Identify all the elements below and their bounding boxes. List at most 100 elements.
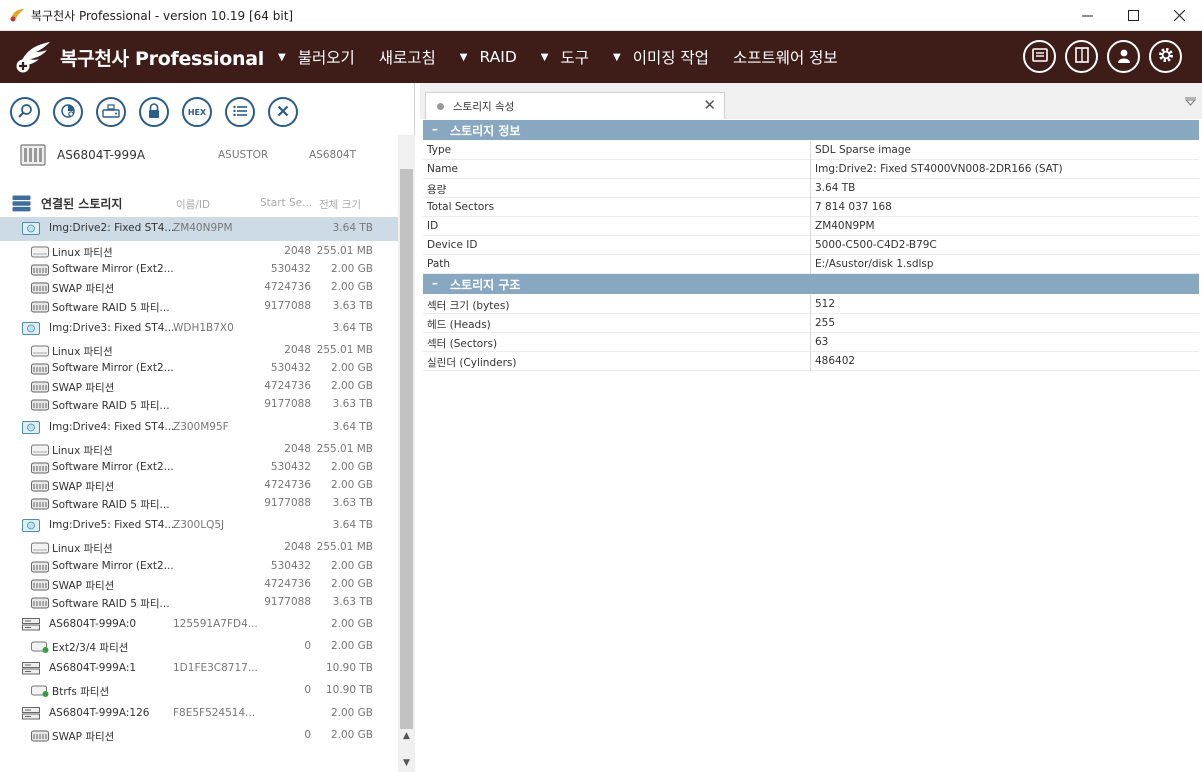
tree-item-size: 3.64 TB — [332, 321, 373, 334]
partition-icon — [31, 344, 49, 357]
menu-item-1[interactable]: 새로고침 — [379, 46, 436, 68]
close-icon — [277, 105, 289, 120]
nas-device-row[interactable]: AS6804T-999A ASUSTOR AS6804T — [0, 141, 398, 169]
tree-row-partition[interactable]: SWAP 파티션 4724736 2.00 GB — [0, 576, 398, 594]
tree-item-start-sector: 9177088 — [264, 497, 311, 510]
property-key: 용량 — [427, 184, 447, 196]
tree-row-partition[interactable]: SWAP 파티션 4724736 2.00 GB — [0, 279, 398, 297]
property-row[interactable]: Device ID 5000-C500-C4D2-B79C — [423, 236, 1199, 255]
tree-row-partition[interactable]: Btrfs 파티션 0 10.90 TB — [0, 682, 398, 700]
hex-view-button[interactable]: HEX — [182, 97, 212, 127]
close-window-button[interactable] — [1156, 0, 1202, 31]
property-row[interactable]: 용량 3.64 TB — [423, 179, 1199, 198]
tree-row-partition[interactable]: Software Mirror (Ext2... 530432 2.00 GB — [0, 558, 398, 576]
minimize-button[interactable] — [1064, 0, 1110, 31]
angel-wing-logo-icon — [14, 40, 52, 74]
property-row[interactable]: 헤드 (Heads) 255 — [423, 314, 1199, 333]
column-divider — [810, 217, 811, 236]
lock-button[interactable] — [139, 97, 169, 127]
list-view-button[interactable] — [225, 97, 255, 127]
tree-item-name: Software Mirror (Ext2... — [52, 460, 174, 473]
collapse-toggle-icon[interactable]: – — [432, 122, 438, 136]
tree-row-disk[interactable]: Img:Drive5: Fixed ST4... Z300LQ5J 3.64 TB — [0, 517, 398, 535]
tree-row-disk[interactable]: AS6804T-999A:126 F8E5F524514... 2.00 GB — [0, 705, 398, 723]
property-value: Img:Drive2: Fixed ST4000VN008-2DR166 (SA… — [815, 163, 1063, 175]
settings-button[interactable] — [1149, 40, 1182, 73]
menu-item-5[interactable]: 소프트웨어 정보 — [733, 46, 838, 68]
menu-item-4[interactable]: ▼ 이미징 작업 — [613, 46, 709, 68]
tab-storage-properties[interactable]: 스토리지 속성 ✕ — [425, 92, 725, 119]
vertical-scrollbar[interactable]: ▲ ▼ — [398, 135, 415, 772]
raid-array-icon — [22, 662, 40, 675]
scroll-down-arrow[interactable]: ▼ — [398, 754, 415, 771]
property-row[interactable]: 섹터 (Sectors) 63 — [423, 333, 1199, 352]
menu-item-2[interactable]: ▼ RAID — [460, 48, 517, 66]
tree-row-partition[interactable]: Linux 파티션 2048 255.01 MB — [0, 539, 398, 557]
tree-row-partition[interactable]: Software Mirror (Ext2... 530432 2.00 GB — [0, 360, 398, 378]
panel-icon — [1074, 47, 1089, 66]
property-row[interactable]: Path E:/Asustor/disk 1.sdlsp — [423, 255, 1199, 274]
tree-row-partition[interactable]: Linux 파티션 2048 255.01 MB — [0, 441, 398, 459]
menu-item-0[interactable]: ▼ 불러오기 — [278, 46, 355, 68]
tree-row-disk[interactable]: Img:Drive2: Fixed ST4... ZM40N9PM 3.64 TB — [0, 217, 398, 241]
tree-row-disk[interactable]: Img:Drive4: Fixed ST4... Z300M95F 3.64 TB — [0, 419, 398, 437]
property-key: Type — [427, 144, 452, 156]
scroll-up-arrow[interactable]: ▲ — [398, 727, 415, 744]
report-button[interactable] — [1023, 40, 1056, 73]
tab-close-icon[interactable]: ✕ — [703, 96, 716, 114]
tree-item-name: AS6804T-999A:126 — [49, 706, 150, 719]
property-row[interactable]: Name Img:Drive2: Fixed ST4000VN008-2DR166… — [423, 160, 1199, 179]
menu-item-3[interactable]: ▼ 도구 — [541, 46, 589, 68]
volume-icon — [31, 729, 49, 742]
tree-row-partition[interactable]: Ext2/3/4 파티션 0 2.00 GB — [0, 638, 398, 656]
tree-row-partition[interactable]: Linux 파티션 2048 255.01 MB — [0, 342, 398, 360]
storage-tree[interactable]: AS6804T-999A ASUSTOR AS6804T 연결된 스토리지 이름… — [0, 135, 398, 772]
property-row[interactable]: 섹터 크기 (bytes) 512 — [423, 295, 1199, 314]
tree-item-id: F8E5F524514... — [173, 706, 256, 719]
account-button[interactable] — [1107, 40, 1140, 73]
scan-button[interactable] — [53, 97, 83, 127]
tree-item-size: 2.00 GB — [330, 559, 373, 572]
panel-layout-button[interactable] — [1065, 40, 1098, 73]
property-row[interactable]: ID ZM40N9PM — [423, 217, 1199, 236]
property-value: ZM40N9PM — [815, 220, 875, 232]
section-header-0[interactable]: – 스토리지 정보 — [423, 120, 1199, 140]
tree-row-partition[interactable]: Software RAID 5 파티... 9177088 3.63 TB — [0, 298, 398, 316]
disk-image-icon — [22, 420, 40, 434]
tree-row-partition[interactable]: Software RAID 5 파티... 9177088 3.63 TB — [0, 495, 398, 513]
tree-item-start-sector: 0 — [304, 728, 311, 741]
tree-row-partition[interactable]: SWAP 파티션 0 2.00 GB — [0, 727, 398, 745]
tree-row-disk[interactable]: AS6804T-999A:1 1D1FE3C8717... 10.90 TB — [0, 660, 398, 678]
section-header-1[interactable]: – 스토리지 구조 — [423, 274, 1199, 294]
tree-row-disk[interactable]: Img:Drive3: Fixed ST4... WDH1B7X0 3.64 TB — [0, 320, 398, 338]
volume-icon — [31, 497, 49, 510]
tab-list-dropdown-icon[interactable] — [1184, 97, 1197, 109]
tree-item-name: Linux 파티션 — [52, 543, 113, 556]
tree-row-partition[interactable]: Software RAID 5 파티... 9177088 3.63 TB — [0, 396, 398, 414]
tree-item-start-sector: 0 — [304, 684, 311, 697]
tree-row-disk[interactable]: AS6804T-999A:0 125591A7FD4... 2.00 GB — [0, 616, 398, 634]
tree-row-partition[interactable]: Software RAID 5 파티... 9177088 3.63 TB — [0, 594, 398, 612]
column-divider — [810, 160, 811, 179]
tree-item-size: 255.01 MB — [316, 541, 373, 554]
tree-item-name: Ext2/3/4 파티션 — [52, 642, 129, 655]
section-title: 스토리지 구조 — [450, 278, 521, 292]
col-start-sector: Start Se... — [260, 197, 313, 209]
search-button[interactable] — [10, 97, 40, 127]
tree-row-partition[interactable]: SWAP 파티션 4724736 2.00 GB — [0, 378, 398, 396]
list-icon — [233, 105, 247, 120]
close-storage-button[interactable] — [268, 97, 298, 127]
tree-row-partition[interactable]: SWAP 파티션 4724736 2.00 GB — [0, 477, 398, 495]
maximize-button[interactable] — [1110, 0, 1156, 31]
tree-row-partition[interactable]: Software Mirror (Ext2... 530432 2.00 GB — [0, 459, 398, 477]
create-image-button[interactable] — [96, 97, 126, 127]
device-name: AS6804T-999A — [57, 148, 146, 162]
collapse-toggle-icon[interactable]: – — [432, 276, 438, 290]
scrollbar-thumb[interactable] — [400, 169, 413, 729]
tree-row-partition[interactable]: Software Mirror (Ext2... 530432 2.00 GB — [0, 261, 398, 279]
property-row[interactable]: Type SDL Sparse image — [423, 141, 1199, 160]
property-row[interactable]: 실린더 (Cylinders) 486402 — [423, 352, 1199, 371]
property-key: Total Sectors — [427, 201, 495, 213]
tree-row-partition[interactable]: Linux 파티션 2048 255.01 MB — [0, 243, 398, 261]
property-row[interactable]: Total Sectors 7 814 037 168 — [423, 198, 1199, 217]
